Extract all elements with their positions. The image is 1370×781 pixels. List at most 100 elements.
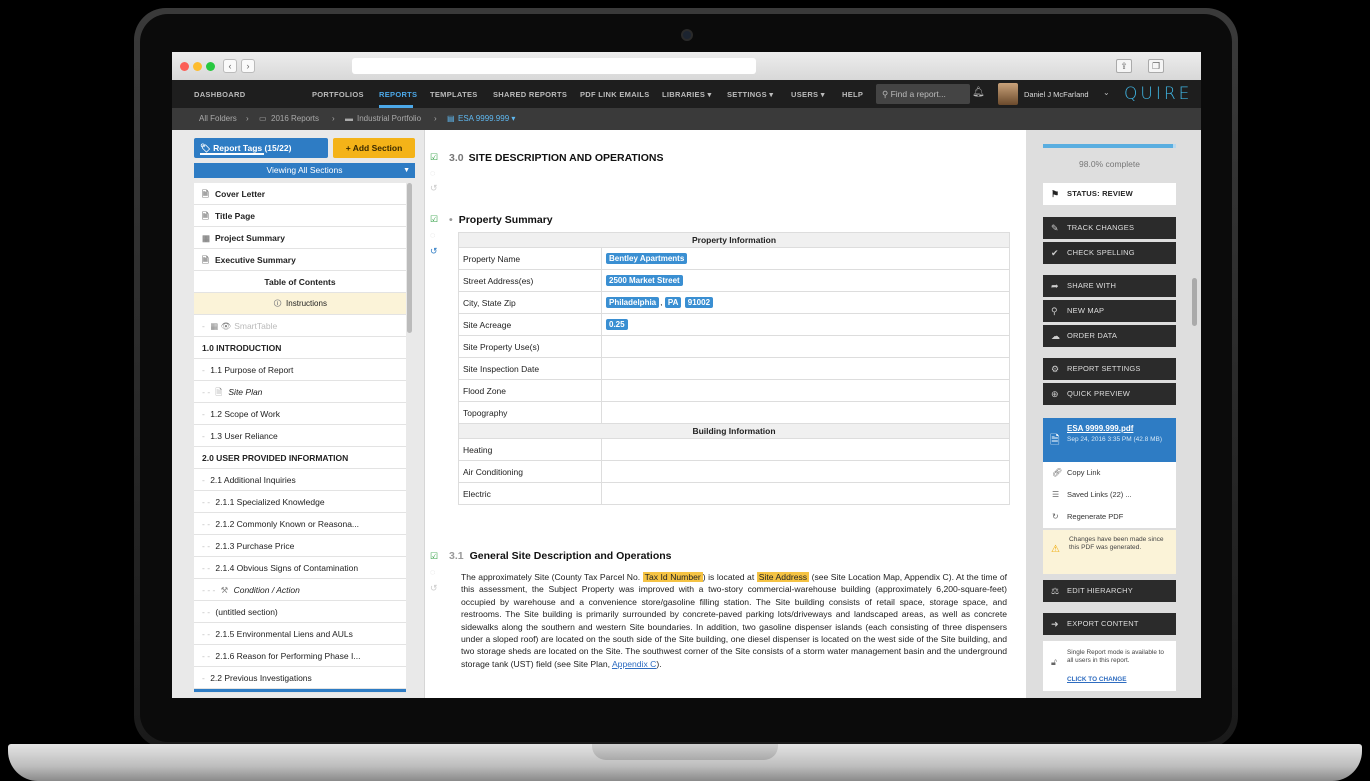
nav-templates[interactable]: TEMPLATES — [430, 90, 478, 99]
outline-item[interactable]: - - 2.1.4 Obvious Signs of Contamination — [194, 557, 406, 579]
outline-item[interactable]: - - (untitled section) — [194, 601, 406, 623]
history-icon[interactable]: ↺ — [430, 246, 438, 257]
forward-button[interactable]: › — [241, 59, 255, 73]
track-changes-button[interactable]: ✎ TRACK CHANGES — [1043, 217, 1176, 239]
close-window-button[interactable] — [180, 61, 189, 71]
user-name[interactable]: Daniel J McFarland — [1024, 90, 1089, 99]
share-with-button[interactable]: ➦ SHARE WITH — [1043, 275, 1176, 297]
field-value[interactable] — [601, 438, 1010, 461]
pdf-card[interactable]: 🗎 ESA 9999.999.pdf Sep 24, 2016 3:35 PM … — [1043, 418, 1176, 462]
pdf-name-link[interactable]: ESA 9999.999.pdf — [1067, 424, 1133, 433]
copy-link-button[interactable]: 🔗︎ Copy Link — [1043, 462, 1176, 484]
comment-icon[interactable]: ◌ — [430, 230, 435, 240]
tabs-icon[interactable]: ❐ — [1148, 59, 1164, 73]
field-value[interactable] — [601, 379, 1010, 402]
field-value[interactable]: Philadelphia, PA 91002 — [601, 291, 1010, 314]
outline-item[interactable]: - 1.1 Purpose of Report — [194, 359, 406, 381]
outline-item[interactable]: 🛈 Instructions — [194, 293, 406, 315]
outline-item[interactable]: 2.0 USER PROVIDED INFORMATION — [194, 447, 406, 469]
click-to-change-link[interactable]: CLICK TO CHANGE — [1067, 676, 1127, 683]
order-data-button[interactable]: ☁ ORDER DATA — [1043, 325, 1176, 347]
report-tag[interactable]: 0.25 — [606, 319, 628, 330]
outline-item[interactable]: - - 2.1.5 Environmental Liens and AULs — [194, 623, 406, 645]
body-paragraph[interactable]: The approximately Site (County Tax Parce… — [461, 571, 1007, 670]
nav-help[interactable]: HELP — [842, 90, 863, 99]
avatar[interactable] — [998, 83, 1018, 105]
new-map-button[interactable]: ⚲ NEW MAP — [1043, 300, 1176, 322]
address-bar[interactable] — [352, 58, 756, 74]
check-icon[interactable]: ☑ — [430, 152, 438, 163]
share-icon[interactable]: ⇪ — [1116, 59, 1132, 73]
outline-item[interactable]: 1.0 INTRODUCTION — [194, 337, 406, 359]
right-scrollbar[interactable] — [1192, 278, 1197, 326]
field-value[interactable] — [601, 482, 1010, 505]
quick-preview-button[interactable]: ⊕ QUICK PREVIEW — [1043, 383, 1176, 405]
outline-item[interactable]: ▦ Project Summary — [194, 227, 406, 249]
breadcrumb-all-folders[interactable]: All Folders — [199, 114, 237, 123]
outline-item[interactable]: - - 🗎 Site Plan — [194, 381, 406, 403]
field-value[interactable] — [601, 460, 1010, 483]
breadcrumb-2016-reports[interactable]: 2016 Reports — [271, 114, 319, 123]
breadcrumb-industrial-portfolio[interactable]: Industrial Portfolio — [357, 114, 421, 123]
report-tag[interactable]: 91002 — [684, 297, 714, 308]
nav-reports[interactable]: REPORTS — [379, 90, 417, 99]
nav-settings[interactable]: SETTINGS ▾ — [727, 90, 773, 99]
field-value[interactable] — [601, 335, 1010, 358]
field-value[interactable]: 2500 Market Street — [601, 269, 1010, 292]
field-value[interactable] — [601, 357, 1010, 380]
chevron-down-icon[interactable]: ⌄ — [1103, 88, 1110, 97]
outline-item[interactable]: - - 2.1.6 Reason for Performing Phase I.… — [194, 645, 406, 667]
outline-item[interactable]: - - - ⚒ Condition / Action — [194, 579, 406, 601]
outline-item[interactable]: - - 2.1.2 Commonly Known or Reasona... — [194, 513, 406, 535]
check-icon[interactable]: ☑ — [430, 214, 438, 225]
outline-item[interactable]: - ▦ 👁 SmartTable — [194, 315, 406, 337]
check-spelling-button[interactable]: ✔ CHECK SPELLING — [1043, 242, 1176, 264]
outline-item[interactable]: 🗎 Title Page — [194, 205, 406, 227]
sidebar-scrollbar[interactable] — [407, 183, 412, 333]
report-tags-button[interactable]: 🏷︎ Report Tags (15/22) — [194, 138, 328, 158]
edit-hierarchy-button[interactable]: ⚖ EDIT HIERARCHY — [1043, 580, 1176, 602]
outline-item[interactable]: - 2.2 Previous Investigations — [194, 667, 406, 689]
bell-icon[interactable]: 🔔︎ — [972, 87, 985, 99]
back-button[interactable]: ‹ — [223, 59, 237, 73]
outline-item[interactable]: - 2.1 Additional Inquiries — [194, 469, 406, 491]
nav-pdf-link-emails[interactable]: PDF LINK EMAILS — [580, 90, 650, 99]
field-value[interactable] — [601, 401, 1010, 424]
outline-item[interactable]: Table of Contents — [194, 271, 406, 293]
report-tag[interactable]: Bentley Apartments — [606, 253, 688, 264]
history-icon[interactable]: ↺ — [430, 183, 438, 194]
field-value[interactable]: Bentley Apartments — [601, 247, 1010, 270]
report-settings-button[interactable]: ⚙ REPORT SETTINGS — [1043, 358, 1176, 380]
tax-id-tag[interactable]: Tax Id Number — [642, 572, 703, 582]
check-icon[interactable]: ☑ — [430, 551, 438, 562]
report-tag[interactable]: 2500 Market Street — [606, 275, 683, 286]
nav-shared-reports[interactable]: SHARED REPORTS — [493, 90, 567, 99]
search-input[interactable]: ⚲ Find a report... — [876, 84, 970, 104]
viewing-sections-dropdown[interactable]: Viewing All Sections ▼ — [194, 163, 415, 178]
outline-item[interactable]: - - 2.1.1 Specialized Knowledge — [194, 491, 406, 513]
outline-item[interactable]: 🗎 Executive Summary — [194, 249, 406, 271]
export-content-button[interactable]: ➜ EXPORT CONTENT — [1043, 613, 1176, 635]
outline-item[interactable]: - 1.2 Scope of Work — [194, 403, 406, 425]
nav-libraries[interactable]: LIBRARIES ▾ — [662, 90, 712, 99]
maximize-window-button[interactable] — [206, 61, 215, 71]
outline-item[interactable]: - 1.3 User Reliance — [194, 425, 406, 447]
comment-icon[interactable]: ◌ — [430, 567, 435, 577]
comment-icon[interactable]: ◌ — [430, 168, 435, 178]
status-button[interactable]: ⚑ STATUS: REVIEW — [1043, 183, 1176, 205]
report-tag[interactable]: PA — [664, 297, 682, 308]
outline-item[interactable]: - - 2.1.3 Purchase Price — [194, 535, 406, 557]
nav-users[interactable]: USERS ▾ — [791, 90, 825, 99]
site-address-tag[interactable]: Site Address — [756, 572, 810, 582]
nav-dashboard[interactable]: DASHBOARD — [194, 90, 245, 99]
field-value[interactable]: 0.25 — [601, 313, 1010, 336]
appendix-c-link[interactable]: Appendix C — [612, 659, 656, 669]
history-icon[interactable]: ↺ — [430, 583, 438, 594]
breadcrumb-current-report[interactable]: ESA 9999.999 ▾ — [458, 114, 515, 123]
minimize-window-button[interactable] — [193, 61, 202, 71]
outline-item[interactable]: 🗎 Cover Letter — [194, 183, 406, 205]
nav-portfolios[interactable]: PORTFOLIOS — [312, 90, 364, 99]
regenerate-pdf-button[interactable]: ↻ Regenerate PDF — [1043, 506, 1176, 528]
report-tag[interactable]: Philadelphia — [606, 297, 660, 308]
saved-links-button[interactable]: ☰ Saved Links (22) ... — [1043, 484, 1176, 506]
